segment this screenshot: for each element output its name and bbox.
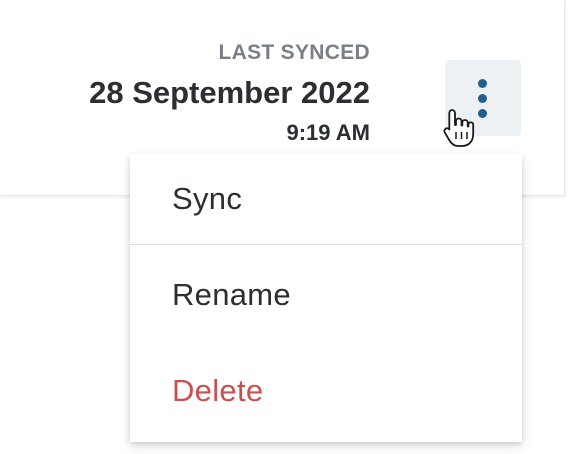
last-synced-label: LAST SYNCED (218, 41, 370, 64)
menu-divider (130, 244, 522, 245)
menu-item-rename[interactable]: Rename (130, 250, 522, 340)
vertical-ellipsis-icon (478, 79, 488, 119)
last-synced-date: 28 September 2022 (89, 75, 370, 110)
sync-info: LAST SYNCED 28 September 2022 9:19 AM (89, 40, 370, 146)
last-synced-time: 9:19 AM (286, 120, 370, 145)
menu-item-sync[interactable]: Sync (130, 154, 522, 244)
hand-pointer-cursor-icon (443, 109, 475, 147)
menu-item-delete[interactable]: Delete (130, 346, 522, 436)
actions-menu: Sync Rename Delete (130, 154, 522, 442)
screen: LAST SYNCED 28 September 2022 9:19 AM Sy… (0, 0, 578, 454)
